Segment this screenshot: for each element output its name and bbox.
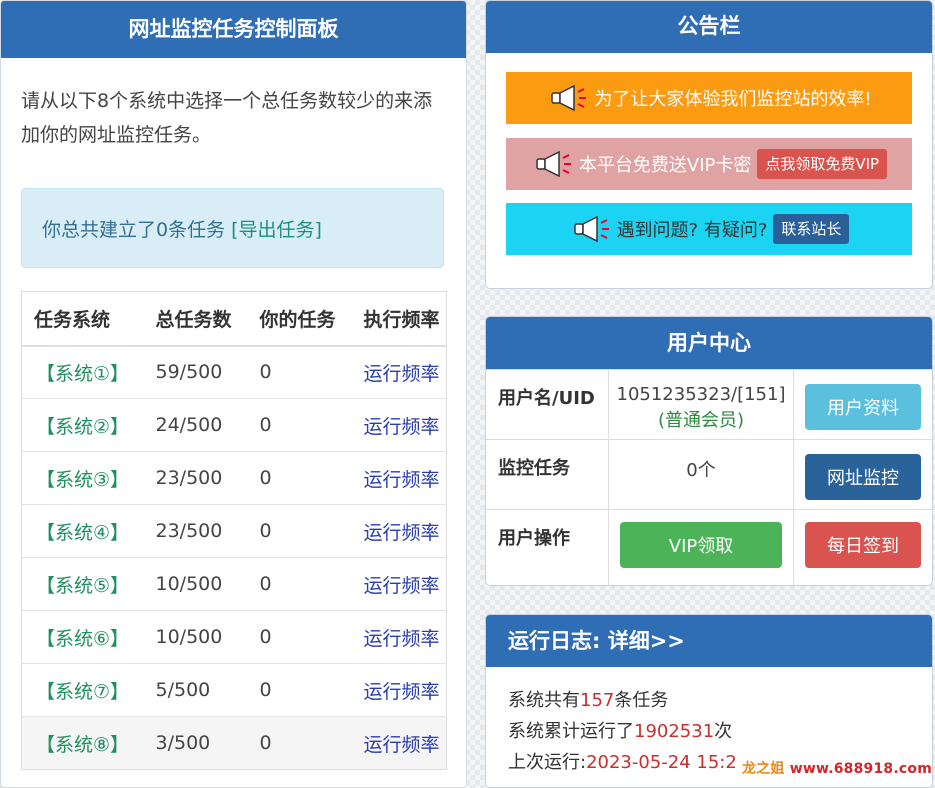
notice-title: 公告栏 [486, 1, 932, 53]
frequency-link[interactable]: 运行频率 [351, 398, 447, 452]
watermark-brand: 龙之姐 [742, 761, 785, 777]
frequency-link[interactable]: 运行频率 [351, 716, 447, 770]
frequency-link[interactable]: 运行频率 [351, 663, 447, 717]
watermark: 龙之姐 www.688918.com [742, 758, 932, 778]
notice-banner-contact: 遇到问题? 有疑问? 联系站长 [506, 203, 912, 255]
frequency-link[interactable]: 运行频率 [351, 451, 447, 505]
log-text: 上次运行: [508, 752, 587, 773]
megaphone-icon [531, 149, 575, 179]
col-header-freq: 执行频率 [351, 291, 447, 347]
system-name: 【系统②】 [21, 398, 144, 452]
my-tasks: 0 [247, 610, 352, 664]
divider [793, 370, 794, 439]
notice-banner-efficiency: 为了让大家体验我们监控站的效率! [506, 72, 912, 124]
watermark-url: www.688918.com [789, 761, 932, 777]
log-text: 次 [714, 721, 733, 742]
user-profile-button[interactable]: 用户资料 [805, 384, 921, 430]
log-text: 系统共有 [508, 690, 580, 711]
system-name: 【系统⑤】 [21, 557, 144, 611]
frequency-link[interactable]: 运行频率 [351, 557, 447, 611]
system-name: 【系统④】 [21, 504, 144, 558]
daily-checkin-button[interactable]: 每日签到 [805, 522, 921, 568]
frequency-link[interactable]: 运行频率 [351, 504, 447, 558]
banner-text: 为了让大家体验我们监控站的效率! [594, 89, 872, 110]
table-row: 【系统⑤】 10/500 0 运行频率 [21, 557, 447, 611]
my-tasks: 0 [247, 398, 352, 452]
username-label: 用户名/UID [498, 388, 595, 409]
banner-text: 本平台免费送VIP卡密 [578, 155, 752, 176]
table-row: 【系统⑦】 5/500 0 运行频率 [21, 663, 447, 717]
total-tasks: 5/500 [143, 663, 248, 717]
monitor-row: 监控任务 0个 网址监控 [486, 439, 932, 509]
task-total: 157 [580, 690, 615, 711]
col-header-total: 总任务数 [143, 291, 248, 347]
log-line-runs: 系统累计运行了1902531次 [508, 716, 932, 747]
table-header-row: 任务系统 总任务数 你的任务 执行频率 [21, 291, 447, 347]
uid-value: 1051235323/[151] [616, 384, 786, 405]
uid-value-cell: 1051235323/[151] (普通会员) [609, 382, 793, 434]
divider [793, 440, 794, 509]
total-tasks: 59/500 [143, 345, 248, 399]
table-row: 【系统①】 59/500 0 运行频率 [21, 345, 447, 399]
my-tasks: 0 [247, 663, 352, 717]
run-log-title[interactable]: 运行日志: 详细>> [486, 615, 932, 667]
operations-row: 用户操作 VIP领取 每日签到 [486, 509, 932, 585]
url-monitor-button[interactable]: 网址监控 [805, 454, 921, 500]
total-tasks: 24/500 [143, 398, 248, 452]
contact-admin-button[interactable]: 联系站长 [773, 214, 850, 244]
task-count-text: 你总共建立了0条任务 [42, 218, 226, 241]
frequency-link[interactable]: 运行频率 [351, 610, 447, 664]
my-tasks: 0 [247, 557, 352, 611]
my-tasks: 0 [247, 716, 352, 770]
notice-banner-vip: 本平台免费送VIP卡密 点我领取免费VIP [506, 138, 912, 190]
my-tasks: 0 [247, 451, 352, 505]
my-tasks: 0 [247, 345, 352, 399]
monitor-count: 0个 [686, 460, 716, 481]
total-tasks: 10/500 [143, 557, 248, 611]
system-name: 【系统⑧】 [21, 716, 144, 770]
panel-title: 网址监控任务控制面板 [1, 1, 466, 58]
total-tasks: 23/500 [143, 504, 248, 558]
log-text: 系统累计运行了 [508, 721, 634, 742]
user-center: 用户中心 用户名/UID 1051235323/[151] (普通会员) 用户资… [485, 316, 933, 586]
table-row: 【系统③】 23/500 0 运行频率 [21, 451, 447, 505]
log-text: 条任务 [614, 690, 669, 711]
megaphone-icon [569, 214, 613, 244]
system-name: 【系统③】 [21, 451, 144, 505]
table-row: 【系统⑧】 3/500 0 运行频率 [21, 716, 447, 770]
operations-label: 用户操作 [498, 528, 570, 549]
system-name: 【系统⑥】 [21, 610, 144, 664]
user-info-row: 用户名/UID 1051235323/[151] (普通会员) 用户资料 [486, 369, 932, 439]
system-table: 任务系统 总任务数 你的任务 执行频率 【系统①】 59/500 0 运行频率 … [21, 291, 447, 770]
system-name: 【系统①】 [21, 345, 144, 399]
col-header-mine: 你的任务 [247, 291, 352, 347]
banner-text: 遇到问题? 有疑问? [616, 220, 768, 241]
divider [793, 510, 794, 585]
user-center-title: 用户中心 [486, 317, 932, 369]
megaphone-icon [546, 83, 590, 113]
task-control-panel: 网址监控任务控制面板 请从以下8个系统中选择一个总任务数较少的来添加你的网址监控… [0, 0, 467, 788]
table-row: 【系统④】 23/500 0 运行频率 [21, 504, 447, 558]
log-line-tasks: 系统共有157条任务 [508, 685, 932, 716]
table-row: 【系统②】 24/500 0 运行频率 [21, 398, 447, 452]
intro-text: 请从以下8个系统中选择一个总任务数较少的来添加你的网址监控任务。 [21, 90, 433, 146]
col-header-system: 任务系统 [21, 291, 144, 347]
export-tasks-link[interactable]: [导出任务] [231, 215, 322, 242]
member-level: (普通会员) [657, 410, 745, 431]
task-count-alert: 你总共建立了0条任务 [导出任务] [21, 188, 444, 268]
total-tasks: 3/500 [143, 716, 248, 770]
divider [608, 510, 609, 585]
table-row: 【系统⑥】 10/500 0 运行频率 [21, 610, 447, 664]
monitor-label: 监控任务 [498, 458, 570, 479]
run-total: 1902531 [634, 721, 715, 742]
my-tasks: 0 [247, 504, 352, 558]
frequency-link[interactable]: 运行频率 [351, 345, 447, 399]
claim-free-vip-button[interactable]: 点我领取免费VIP [757, 149, 888, 179]
total-tasks: 23/500 [143, 451, 248, 505]
last-run-time: 2023-05-24 15:2 [586, 752, 737, 773]
total-tasks: 10/500 [143, 610, 248, 664]
vip-claim-button[interactable]: VIP领取 [620, 522, 782, 568]
notice-board: 公告栏 为了让大家体验我们监控站的效率! 本平台免费送VIP卡密 点我领取免费V… [485, 0, 933, 289]
system-name: 【系统⑦】 [21, 663, 144, 717]
